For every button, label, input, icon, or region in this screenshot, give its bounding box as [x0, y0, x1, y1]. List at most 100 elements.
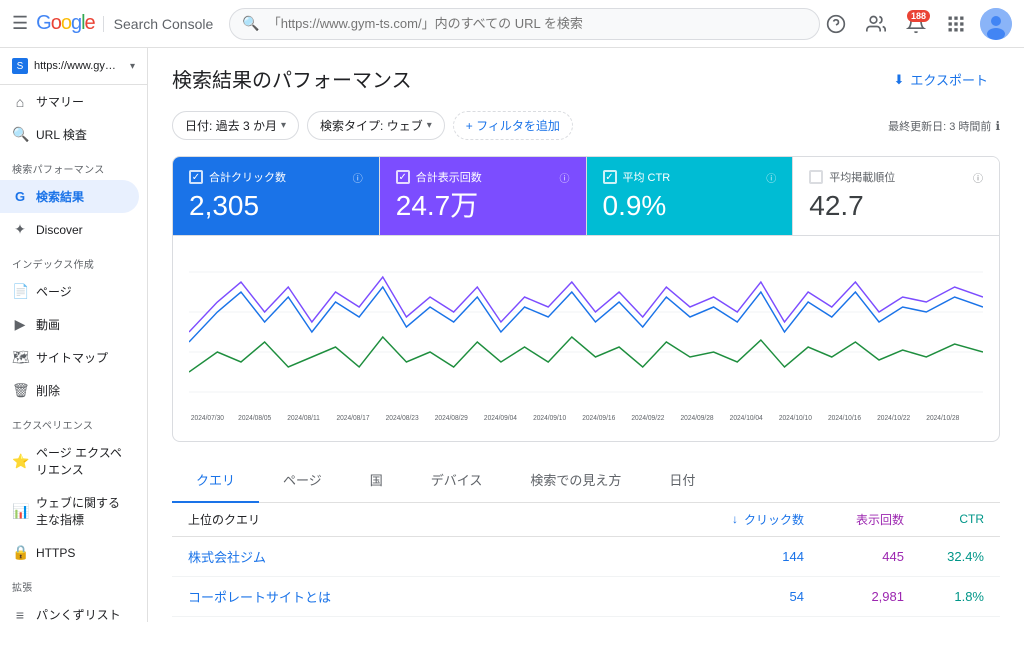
search-input[interactable] — [268, 16, 807, 31]
tab-device[interactable]: デバイス — [407, 458, 507, 503]
sidebar-item-label: ウェブに関する主な指標 — [36, 494, 127, 528]
svg-text:2024/08/11: 2024/08/11 — [287, 414, 320, 421]
impressions-label: 合計表示回数 — [416, 169, 482, 185]
search-icon: 🔍 — [242, 15, 259, 32]
metric-clicks[interactable]: 合計クリック数 ⓘ 2,305 — [173, 157, 380, 235]
svg-text:2024/08/29: 2024/08/29 — [435, 414, 468, 421]
position-checkbox[interactable] — [809, 170, 823, 184]
property-label: https://www.gym-ts... — [34, 60, 124, 72]
row-impressions: 2,981 — [804, 589, 904, 604]
tab-search-appearance[interactable]: 検索での見え方 — [506, 458, 645, 503]
layout: S https://www.gym-ts... ▾ ⌂ サマリー 🔍 URL 検… — [0, 48, 1024, 622]
impressions-value: 24.7万 — [396, 189, 570, 223]
lock-icon: 🔒 — [12, 544, 28, 561]
property-caret-icon: ▾ — [130, 61, 135, 72]
discover-icon: ✦ — [12, 221, 28, 238]
tab-country[interactable]: 国 — [346, 458, 407, 503]
sidebar-item-label: サイトマップ — [36, 349, 108, 366]
row-query: 株式会社ジム — [188, 547, 704, 566]
metric-impressions[interactable]: 合計表示回数 ⓘ 24.7万 — [380, 157, 587, 235]
sidebar-item-https[interactable]: 🔒 HTTPS — [0, 536, 139, 569]
col-header-impressions: 表示回数 — [804, 511, 904, 528]
date-filter[interactable]: 日付: 過去 3 か月 ▾ — [172, 111, 299, 140]
clicks-info-icon: ⓘ — [353, 170, 363, 185]
sidebar-item-page-exp[interactable]: ⭐ ページ エクスペリエンス — [0, 436, 139, 486]
sitemap-icon: 🗺 — [12, 349, 28, 366]
help-icon[interactable] — [820, 8, 852, 40]
ctr-checkbox[interactable] — [603, 170, 617, 184]
search-bar[interactable]: 🔍 — [229, 8, 820, 40]
sidebar-item-summary[interactable]: ⌂ サマリー — [0, 85, 139, 118]
col-header-clicks[interactable]: ↓ クリック数 — [704, 511, 804, 528]
clicks-checkbox[interactable] — [189, 170, 203, 184]
header-logo: Google Search Console — [36, 12, 213, 35]
menu-icon[interactable]: ☰ — [12, 13, 28, 34]
svg-text:2024/09/04: 2024/09/04 — [484, 414, 517, 421]
extension-section: 拡張 — [0, 569, 147, 598]
property-icon: S — [12, 58, 28, 74]
clicks-value: 2,305 — [189, 189, 363, 223]
sidebar-item-video[interactable]: ▶ 動画 — [0, 308, 139, 341]
tab-date[interactable]: 日付 — [645, 458, 719, 503]
ctr-label: 平均 CTR — [623, 169, 671, 185]
export-button[interactable]: ⬇ エクスポート — [881, 64, 1000, 95]
table-row[interactable]: コーポレートサイトとは 54 2,981 1.8% — [172, 577, 1000, 617]
table-rows: 株式会社ジム 144 445 32.4% コーポレートサイトとは 54 2,98… — [172, 537, 1000, 622]
metric-ctr[interactable]: 平均 CTR ⓘ 0.9% — [587, 157, 794, 235]
page-header: 検索結果のパフォーマンス ⬇ エクスポート — [172, 64, 1000, 95]
sidebar-item-discover[interactable]: ✦ Discover — [0, 213, 139, 246]
index-section: インデックス作成 — [0, 246, 147, 275]
row-query: コーポレートサイトとは — [188, 587, 704, 606]
svg-text:2024/10/10: 2024/10/10 — [779, 414, 812, 421]
performance-chart: 2024/07/30 2024/08/05 2024/08/11 2024/08… — [189, 252, 983, 422]
svg-text:2024/10/04: 2024/10/04 — [730, 414, 763, 421]
home-icon: ⌂ — [12, 94, 28, 110]
svg-text:2024/08/17: 2024/08/17 — [336, 414, 369, 421]
type-filter-caret-icon: ▾ — [427, 120, 432, 131]
row-ctr: 32.4% — [904, 549, 984, 564]
sidebar-item-search-results[interactable]: G 検索結果 — [0, 180, 139, 213]
main-content: 検索結果のパフォーマンス ⬇ エクスポート 日付: 過去 3 か月 ▾ 検索タイ… — [148, 48, 1024, 622]
notifications-icon[interactable]: 188 — [900, 8, 932, 40]
sidebar-item-breadcrumb[interactable]: ≡ パンくずリスト — [0, 598, 139, 622]
table-row[interactable]: 株式会社ジム 144 445 32.4% — [172, 537, 1000, 577]
delete-icon: 🗑 — [12, 382, 28, 399]
sidebar-item-label: 削除 — [36, 382, 60, 399]
experience-section: エクスペリエンス — [0, 407, 147, 436]
inspect-icon: 🔍 — [12, 126, 28, 143]
metric-position[interactable]: 平均掲載順位 ⓘ 42.7 — [793, 157, 999, 235]
row-clicks: 54 — [704, 589, 804, 604]
info-icon: ℹ — [995, 119, 1000, 133]
sidebar-item-sitemap[interactable]: 🗺 サイトマップ — [0, 341, 139, 374]
sidebar-item-label: パンくずリスト — [36, 606, 121, 622]
table-row[interactable]: 株式会社gym 54 154 35.1% — [172, 617, 1000, 622]
last-updated: 最終更新日: 3 時間前 ℹ — [888, 118, 1000, 134]
svg-text:2024/09/22: 2024/09/22 — [631, 414, 664, 421]
sort-icon: ↓ — [732, 512, 738, 526]
sidebar-item-label: 検索結果 — [36, 188, 84, 205]
clicks-label: 合計クリック数 — [209, 169, 286, 185]
impressions-checkbox[interactable] — [396, 170, 410, 184]
apps-icon[interactable] — [940, 8, 972, 40]
add-filter-button[interactable]: + フィルタを追加 — [453, 111, 573, 140]
ctr-info-icon: ⓘ — [766, 170, 776, 185]
download-icon: ⬇ — [893, 72, 904, 88]
tab-page[interactable]: ページ — [259, 458, 346, 503]
search-performance-section: 検索パフォーマンス — [0, 151, 147, 180]
svg-text:2024/08/05: 2024/08/05 — [238, 414, 271, 421]
page-title: 検索結果のパフォーマンス — [172, 64, 412, 93]
sidebar-item-pages[interactable]: 📄 ページ — [0, 275, 139, 308]
avatar[interactable] — [980, 8, 1012, 40]
property-selector[interactable]: S https://www.gym-ts... ▾ — [0, 48, 147, 85]
header-right: 188 — [820, 8, 1012, 40]
google-logo: Google — [36, 12, 95, 35]
account-icon[interactable] — [860, 8, 892, 40]
type-filter[interactable]: 検索タイプ: ウェブ ▾ — [307, 111, 445, 140]
sidebar-item-delete[interactable]: 🗑 削除 — [0, 374, 139, 407]
sidebar-item-web-vitals[interactable]: 📊 ウェブに関する主な指標 — [0, 486, 139, 536]
sidebar-item-label: Discover — [36, 223, 83, 237]
sidebar-item-url-check[interactable]: 🔍 URL 検査 — [0, 118, 139, 151]
svg-text:2024/10/16: 2024/10/16 — [828, 414, 861, 421]
tab-query[interactable]: クエリ — [172, 458, 259, 503]
svg-text:2024/08/23: 2024/08/23 — [386, 414, 419, 421]
